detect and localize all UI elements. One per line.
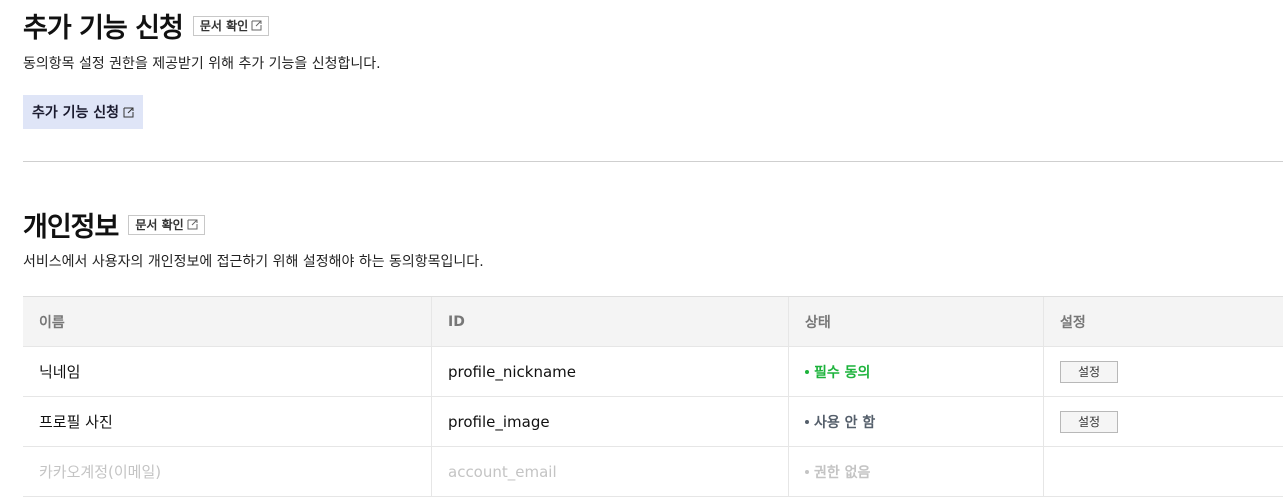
status-badge: 권한 없음	[805, 462, 870, 482]
status-label: 권한 없음	[814, 464, 871, 481]
apply-addon-button[interactable]: 추가 기능 신청	[23, 95, 144, 129]
status-dot	[805, 469, 809, 474]
consent-table: 이름 ID 상태 설정 닉네임 profile_nickname 필수 동의 설…	[23, 296, 1283, 497]
privacy-doc-button[interactable]: 문서 확인	[128, 214, 205, 235]
item-setting	[1044, 447, 1283, 496]
addon-description: 동의항목 설정 권한을 제공받기 위해 추가 기능을 신청합니다.	[23, 56, 381, 72]
privacy-description: 서비스에서 사용자의 개인정보에 접근하기 위해 설정해야 하는 동의항목입니다…	[23, 254, 484, 270]
status-badge: 필수 동의	[805, 362, 870, 382]
column-header-id: ID	[432, 297, 789, 346]
external-link-icon	[187, 219, 198, 230]
status-dot	[805, 369, 809, 374]
privacy-header: 개인정보 문서 확인	[23, 205, 205, 244]
item-name: 프로필 사진	[23, 397, 432, 446]
external-link-icon	[251, 20, 262, 31]
external-link-icon	[123, 107, 134, 117]
table-row: 프로필 사진 profile_image 사용 안 함 설정	[23, 397, 1283, 447]
item-setting: 설정	[1044, 347, 1283, 396]
privacy-title: 개인정보	[23, 212, 119, 243]
column-header-setting: 설정	[1060, 314, 1086, 331]
apply-addon-label: 추가 기능 신청	[32, 105, 120, 121]
table-header-row: 이름 ID 상태 설정	[23, 297, 1283, 347]
column-header-status: 상태	[789, 297, 1044, 346]
item-status: 사용 안 함	[789, 397, 1044, 446]
item-name: 카카오계정(이메일)	[23, 447, 432, 496]
item-id: profile_nickname	[432, 347, 789, 396]
setting-button[interactable]: 설정	[1060, 410, 1118, 433]
setting-button[interactable]: 설정	[1060, 360, 1118, 383]
status-badge: 사용 안 함	[805, 412, 875, 432]
status-dot	[805, 419, 809, 424]
status-label: 필수 동의	[814, 364, 871, 381]
privacy-doc-label: 문서 확인	[135, 218, 184, 232]
item-id: account_email	[432, 447, 789, 496]
item-status: 필수 동의	[789, 347, 1044, 396]
item-id: profile_image	[432, 397, 789, 446]
table-row: 카카오계정(이메일) account_email 권한 없음	[23, 447, 1283, 497]
item-status: 권한 없음	[789, 447, 1044, 496]
column-header-name: 이름	[23, 297, 432, 346]
item-name: 닉네임	[23, 347, 432, 396]
status-label: 사용 안 함	[814, 414, 876, 431]
addon-header: 추가 기능 신청 문서 확인	[23, 6, 270, 45]
addon-title: 추가 기능 신청	[23, 13, 184, 44]
item-setting: 설정	[1044, 397, 1283, 446]
section-divider	[23, 161, 1283, 162]
addon-doc-label: 문서 확인	[199, 19, 249, 33]
table-row: 닉네임 profile_nickname 필수 동의 설정	[23, 347, 1283, 397]
addon-doc-button[interactable]: 문서 확인	[192, 15, 270, 36]
